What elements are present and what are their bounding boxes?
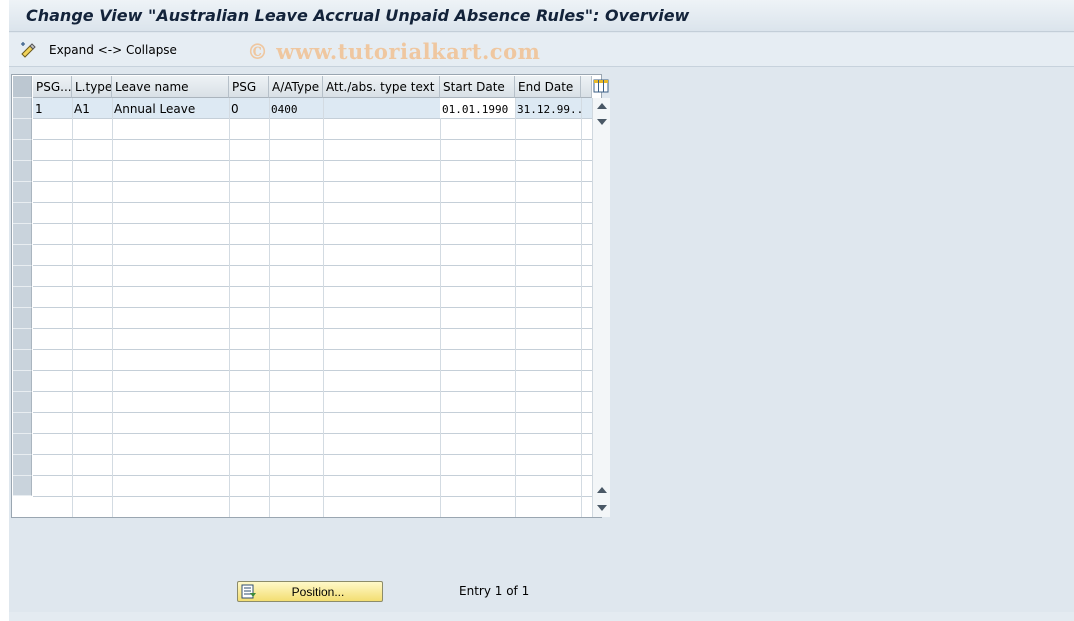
row-selector[interactable]: [13, 266, 32, 287]
row-divider: [33, 412, 592, 413]
row-selector[interactable]: [13, 98, 32, 119]
scroll-up-icon[interactable]: [597, 103, 607, 109]
row-selector[interactable]: [13, 224, 32, 245]
scroll-down-icon[interactable]: [597, 119, 607, 125]
column-divider: [515, 98, 516, 517]
row-divider: [33, 160, 592, 161]
row-divider: [33, 328, 592, 329]
watermark: © www.tutorialkart.com: [247, 39, 541, 64]
column-divider: [229, 98, 230, 517]
scroll-page-up-icon[interactable]: [597, 487, 607, 493]
row-selector[interactable]: [13, 203, 32, 224]
application-toolbar: Expand <-> Collapse: [9, 33, 1074, 67]
row-divider: [33, 370, 592, 371]
row-divider: [33, 454, 592, 455]
cell-leave-type[interactable]: A1: [72, 98, 112, 118]
row-selector[interactable]: [13, 455, 32, 476]
table-settings-icon: [593, 79, 609, 98]
row-selector[interactable]: [13, 119, 32, 140]
cell-aa-type[interactable]: 0400: [269, 98, 323, 118]
row-divider: [33, 496, 592, 497]
row-selector[interactable]: [13, 392, 32, 413]
column-divider: [269, 98, 270, 517]
bottom-border: [9, 612, 1074, 621]
column-header-end-date[interactable]: End Date: [515, 76, 581, 98]
row-divider: [33, 349, 592, 350]
start-date-field[interactable]: 01.01.1990: [440, 98, 515, 118]
column-header-att-abs-text[interactable]: Att./abs. type text: [323, 76, 440, 98]
select-all-button[interactable]: [13, 76, 32, 98]
column-header-psg-group[interactable]: PSG...: [33, 76, 72, 98]
row-divider: [33, 475, 592, 476]
row-selector[interactable]: [13, 371, 32, 392]
row-selector[interactable]: [13, 161, 32, 182]
cell-att-abs-text[interactable]: [323, 98, 440, 118]
cell-leave-name[interactable]: Annual Leave: [112, 98, 229, 118]
column-divider: [112, 98, 113, 517]
row-selector[interactable]: [13, 182, 32, 203]
row-divider: [33, 307, 592, 308]
table-control: PSG... L.type Leave name PSG A/AType Att…: [11, 74, 610, 518]
end-date-field[interactable]: 31.12.99...: [515, 98, 581, 118]
expand-collapse-label: Expand <-> Collapse: [49, 43, 177, 57]
row-divider: [33, 118, 592, 119]
row-divider: [33, 139, 592, 140]
table-settings-button[interactable]: [593, 77, 609, 97]
expand-collapse-button[interactable]: Expand <-> Collapse: [19, 39, 177, 61]
cell-psg-group[interactable]: 1: [33, 98, 72, 118]
vertical-scrollbar[interactable]: [592, 98, 610, 517]
row-divider: [33, 286, 592, 287]
page-title: Change View "Australian Leave Accrual Un…: [26, 6, 690, 25]
row-selector[interactable]: [13, 434, 32, 455]
row-divider: [33, 202, 592, 203]
row-selector[interactable]: [13, 245, 32, 266]
column-header-leave-type[interactable]: L.type: [72, 76, 112, 98]
left-border: [0, 0, 9, 621]
cell-psg[interactable]: 0: [229, 98, 269, 118]
column-header-aa-type[interactable]: A/AType: [269, 76, 323, 98]
column-header-filler: [581, 76, 592, 98]
row-divider: [33, 391, 592, 392]
expand-collapse-icon: [19, 41, 37, 59]
title-bar: Change View "Australian Leave Accrual Un…: [9, 0, 1074, 32]
row-selector[interactable]: [13, 140, 32, 161]
scroll-page-down-icon[interactable]: [597, 505, 607, 511]
column-divider: [323, 98, 324, 517]
row-divider: [33, 265, 592, 266]
row-divider: [33, 223, 592, 224]
position-button-label: Position...: [291, 585, 345, 599]
row-divider: [33, 433, 592, 434]
row-selector[interactable]: [13, 287, 32, 308]
position-button[interactable]: Position...: [237, 581, 383, 602]
column-divider: [72, 98, 73, 517]
column-header-psg[interactable]: PSG: [229, 76, 269, 98]
column-divider: [440, 98, 441, 517]
entry-count: Entry 1 of 1: [459, 584, 530, 598]
row-selector[interactable]: [13, 308, 32, 329]
row-selector[interactable]: [13, 476, 32, 496]
row-divider: [33, 244, 592, 245]
row-divider: [33, 181, 592, 182]
column-header-start-date[interactable]: Start Date: [440, 76, 515, 98]
row-selector[interactable]: [13, 350, 32, 371]
row-selector[interactable]: [13, 413, 32, 434]
column-divider: [581, 98, 582, 517]
row-selector[interactable]: [13, 329, 32, 350]
column-header-leave-name[interactable]: Leave name: [112, 76, 229, 98]
